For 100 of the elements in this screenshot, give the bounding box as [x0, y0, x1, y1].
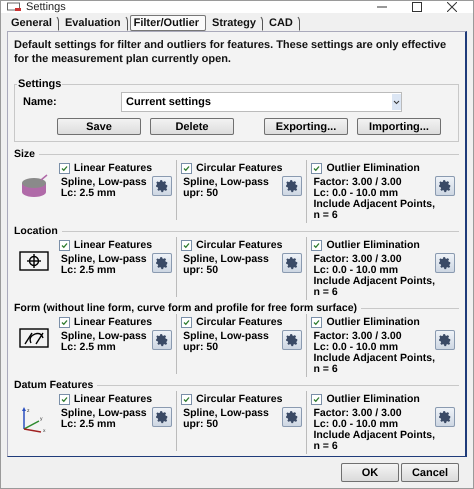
position-symbol-icon [19, 251, 50, 271]
filter-setting-text: Lc: 2.5 mm [60, 188, 116, 199]
configure-button[interactable] [282, 253, 302, 273]
filter-setting-text: Spline, Low-pass [60, 408, 148, 419]
configure-button[interactable] [152, 176, 172, 196]
window-title: Settings [26, 1, 67, 13]
configure-button[interactable] [152, 253, 172, 273]
filter-setting-text: upr: 50 [182, 419, 220, 430]
filter-setting-text: Lc: 0.0 - 10.0 mm [312, 265, 400, 276]
filter-setting-text: Spline, Low-pass [182, 254, 270, 265]
filter-setting-text: n = 6 [312, 210, 339, 221]
filter-setting-text: Factor: 3.00 / 3.00 [312, 254, 403, 265]
dialog-button[interactable]: Cancel [401, 463, 459, 482]
group-title: Settings [17, 78, 62, 90]
feature-checkbox[interactable]: Linear Features [58, 239, 152, 251]
filter-setting-text: Include Adjacent Points, [312, 199, 435, 210]
filter-setting-text: n = 6 [312, 287, 339, 298]
app-icon [7, 2, 21, 12]
check-icon [313, 242, 320, 248]
filter-setting-text: Lc: 2.5 mm [60, 265, 116, 276]
filter-setting-text: Include Adjacent Points, [312, 430, 435, 441]
filter-setting-text: n = 6 [312, 441, 339, 452]
configure-button[interactable] [435, 330, 455, 350]
settings-button[interactable]: Importing... [357, 118, 441, 135]
filter-setting-text: Include Adjacent Points, [312, 353, 435, 364]
check-icon [313, 396, 320, 402]
filter-setting-text: Lc: 2.5 mm [60, 342, 116, 353]
feature-checkbox[interactable]: Linear Features [58, 162, 152, 174]
cylinder-icon [19, 174, 50, 200]
feature-checkbox[interactable]: Outlier Elimination [311, 239, 435, 251]
filter-setting-text: n = 6 [312, 364, 339, 375]
section-title: Datum Features [14, 379, 94, 391]
check-icon [60, 164, 68, 172]
close-icon[interactable] [447, 2, 457, 12]
gear-icon [438, 333, 452, 347]
caret-icon [392, 94, 401, 110]
feature-checkbox[interactable]: Linear Features [58, 316, 152, 328]
check-icon [60, 396, 68, 402]
maximize-icon[interactable] [412, 2, 422, 12]
filter-setting-text: Lc: 0.0 - 10.0 mm [312, 188, 400, 199]
filter-setting-text: Spline, Low-pass [182, 331, 270, 342]
feature-checkbox[interactable]: Outlier Elimination [311, 393, 435, 405]
feature-checkbox[interactable]: Circular Features [181, 316, 282, 328]
check-icon [183, 242, 190, 248]
configure-button[interactable] [152, 330, 172, 350]
filter-setting-text: Include Adjacent Points, [312, 276, 435, 287]
configure-button[interactable] [152, 407, 172, 427]
dialog-button[interactable]: OK [341, 463, 399, 482]
gear-icon [285, 256, 300, 270]
filter-setting-text: Spline, Low-pass [182, 408, 270, 419]
name-dropdown[interactable]: Current settings [121, 92, 402, 112]
feature-checkbox[interactable]: Circular Features [181, 162, 282, 174]
filter-setting-text: upr: 50 [182, 188, 220, 199]
configure-button[interactable] [282, 407, 302, 427]
gear-icon [438, 179, 452, 193]
configure-button[interactable] [435, 176, 455, 196]
section-title: Size [14, 148, 36, 160]
feature-checkbox[interactable]: Circular Features [181, 239, 282, 251]
configure-button[interactable] [435, 253, 455, 273]
section-title: Form (without line form, curve form and profile for free form surface) [14, 302, 358, 314]
filter-setting-text: Factor: 3.00 / 3.00 [312, 331, 403, 342]
feature-checkbox[interactable]: Circular Features [181, 393, 282, 405]
gear-icon [155, 333, 170, 347]
filter-setting-text: Lc: 0.0 - 10.0 mm [312, 342, 400, 353]
configure-button[interactable] [282, 176, 302, 196]
check-icon [60, 318, 68, 326]
description-text: Default settings for filter and outliers for features. These settings are only effective for the measurement plan currently open. [14, 38, 448, 66]
settings-button[interactable]: Save [57, 118, 141, 135]
check-icon [183, 164, 190, 172]
gear-icon [285, 333, 300, 347]
check-icon [313, 318, 320, 326]
filter-setting-text: Spline, Low-pass [60, 331, 148, 342]
check-icon [183, 318, 190, 326]
gear-icon [285, 410, 300, 424]
filter-setting-text: Lc: 0.0 - 10.0 mm [312, 419, 400, 430]
gear-icon [438, 256, 452, 270]
filter-setting-text: Spline, Low-pass [60, 177, 148, 188]
name-label: Name: [22, 96, 58, 108]
configure-button[interactable] [435, 407, 455, 427]
section-title: Location [14, 225, 58, 237]
filter-setting-text: Factor: 3.00 / 3.00 [312, 408, 403, 419]
check-icon [60, 242, 68, 248]
check-icon [183, 396, 190, 402]
settings-button[interactable]: Delete [150, 118, 234, 135]
filter-setting-text: Spline, Low-pass [60, 254, 148, 265]
gear-icon [438, 410, 452, 424]
settings-button[interactable]: Exporting... [264, 118, 348, 135]
configure-button[interactable] [282, 330, 302, 350]
profile-symbol-icon [19, 328, 50, 348]
filter-setting-text: Lc: 2.5 mm [60, 419, 116, 430]
gear-icon [285, 179, 300, 193]
filter-setting-text: upr: 50 [182, 342, 220, 353]
feature-checkbox[interactable]: Outlier Elimination [311, 162, 435, 174]
feature-checkbox[interactable]: Linear Features [58, 393, 152, 405]
feature-checkbox[interactable]: Outlier Elimination [311, 316, 435, 328]
gear-icon [155, 256, 170, 270]
filter-setting-text: Spline, Low-pass [182, 177, 270, 188]
gear-icon [155, 179, 170, 193]
tab[interactable]: Filter/Outlier [130, 15, 206, 31]
filter-setting-text: Factor: 3.00 / 3.00 [312, 177, 403, 188]
